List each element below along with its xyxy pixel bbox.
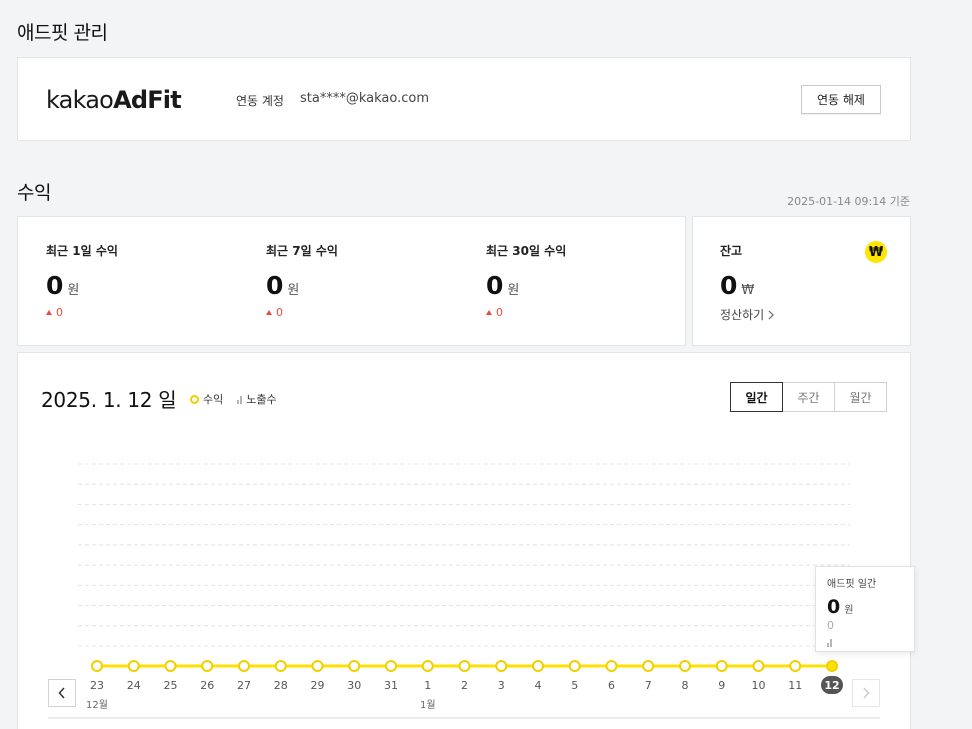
x-tick-label: 27 [237, 679, 251, 692]
settle-link-label: 정산하기 [720, 308, 765, 322]
stat-value: 0 [486, 271, 504, 300]
stat-label: 최근 1일 수익 [46, 244, 118, 258]
tooltip-title: 애드핏 일간 [827, 579, 877, 590]
revenue-point [532, 660, 544, 672]
revenue-point [568, 660, 581, 672]
bar-chart-icon [827, 638, 832, 647]
stat-unit: 원 [67, 283, 80, 298]
chart-next-button[interactable] [852, 679, 880, 707]
linked-account-label: 연동 계정 [236, 94, 284, 108]
tab-daily[interactable]: 일간 [730, 382, 783, 412]
stat-unit: 원 [287, 283, 300, 298]
revenue-point [495, 660, 508, 672]
x-tick-label: 7 [645, 679, 652, 692]
stat-label: 최근 30일 수익 [486, 244, 567, 258]
balance-value: 0 [720, 271, 738, 300]
chart-prev-button[interactable] [48, 679, 76, 707]
tooltip-unit: 원 [844, 605, 854, 616]
balance-label: 잔고 [720, 244, 743, 258]
revenue-point [238, 660, 250, 672]
unlink-button[interactable]: 연동 해제 [801, 85, 881, 114]
logo-adfit-text: AdFit [113, 86, 182, 114]
x-tick-label: 10 [752, 679, 766, 692]
stat-30day: 최근 30일 수익 0원 0 [486, 242, 566, 319]
chart-tooltip: 애드핏 일간 0원 0 [815, 566, 915, 652]
linked-account-email: sta****@kakao.com [300, 91, 429, 106]
x-tick-label: 24 [127, 679, 141, 692]
chevron-left-icon [58, 687, 65, 699]
kakao-adfit-logo: kakaoAdFit [46, 86, 182, 114]
stat-value: 0 [266, 271, 284, 300]
x-tick-label: 23 [90, 679, 104, 692]
revenue-point [642, 660, 655, 672]
x-tick-label: 12 [824, 679, 839, 692]
x-tick-label: 30 [347, 679, 361, 692]
x-tick-label: 25 [164, 679, 178, 692]
x-tick-label: 26 [200, 679, 214, 692]
x-tick-label: 4 [535, 679, 542, 692]
settle-link[interactable]: 정산하기 [720, 306, 775, 323]
x-tick-label: 6 [608, 679, 615, 692]
tooltip-value: 0 [827, 596, 841, 618]
won-icon: ₩ [865, 241, 887, 263]
month-label: 12월 [86, 699, 108, 711]
stat-label: 최근 7일 수익 [266, 244, 338, 258]
up-arrow-icon [486, 310, 492, 315]
x-tick-label: 1 [424, 679, 431, 692]
revenue-point [127, 660, 140, 672]
revenue-point [752, 660, 765, 672]
balance-stat: 잔고 0 ₩ 정산하기 [720, 242, 775, 323]
balance-card: 잔고 0 ₩ 정산하기 ₩ [692, 216, 911, 346]
stat-1day: 최근 1일 수익 0원 0 [46, 242, 118, 319]
revenue-point [91, 660, 103, 672]
stat-value: 0 [46, 271, 64, 300]
x-tick-label: 2 [461, 679, 468, 692]
balance-unit: ₩ [741, 283, 755, 298]
revenue-point [201, 660, 214, 672]
x-tick-label: 3 [498, 679, 505, 692]
stat-delta: 0 [496, 306, 503, 319]
revenue-point [679, 660, 691, 672]
revenue-timestamp: 2025-01-14 09:14 기준 [787, 195, 910, 208]
revenue-section-title: 수익 [17, 182, 51, 204]
chevron-right-icon [863, 687, 870, 699]
revenue-point [385, 660, 397, 672]
stat-7day: 최근 7일 수익 0원 0 [266, 242, 338, 319]
revenue-point [311, 660, 324, 672]
x-tick-label: 28 [274, 679, 288, 692]
page-title: 애드핏 관리 [17, 22, 108, 44]
revenue-stats-card: 최근 1일 수익 0원 0 최근 7일 수익 0원 0 최근 30일 수익 0원… [17, 216, 686, 346]
stat-delta: 0 [276, 306, 283, 319]
chart-card: 2025. 1. 12 일 수익 노출수 일간 주간 월간 23 24 25 26 27… [17, 352, 915, 729]
revenue-point [458, 660, 471, 672]
revenue-point [274, 660, 287, 672]
revenue-point [715, 660, 728, 672]
logo-kakao-text: kakao [46, 86, 114, 114]
x-tick-label: 29 [311, 679, 325, 692]
revenue-point [826, 660, 838, 672]
tooltip-impressions: 0 [827, 619, 834, 632]
revenue-point [605, 660, 618, 672]
up-arrow-icon [46, 310, 52, 315]
chevron-right-icon [768, 310, 775, 319]
revenue-point [789, 660, 802, 672]
x-tick-label: 8 [682, 679, 689, 692]
stat-unit: 원 [507, 283, 520, 298]
month-label: 1월 [420, 699, 436, 711]
revenue-point [348, 660, 361, 672]
stat-delta: 0 [56, 306, 63, 319]
x-tick-label: 11 [788, 679, 802, 692]
x-tick-label: 9 [718, 679, 725, 692]
revenue-point [164, 660, 177, 672]
account-card: kakaoAdFit 연동 계정 sta****@kakao.com 연동 해제 [17, 57, 911, 141]
revenue-point [421, 660, 434, 672]
up-arrow-icon [266, 310, 272, 315]
x-tick-label: 5 [571, 679, 578, 692]
x-tick-label: 31 [384, 679, 398, 692]
